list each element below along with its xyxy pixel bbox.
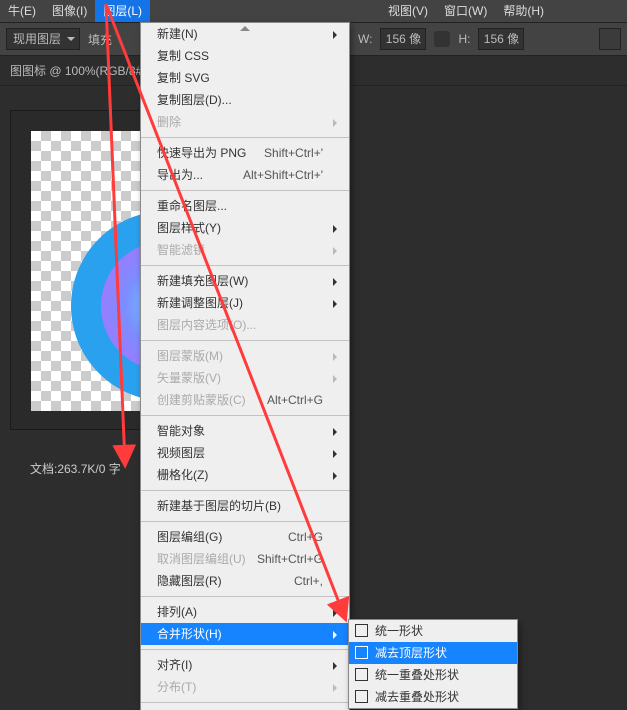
menu-item: 创建剪贴蒙版(C)Alt+Ctrl+G [141, 389, 349, 411]
menu-item: 删除 [141, 111, 349, 133]
menu-image[interactable]: 图像(I) [44, 0, 95, 22]
menu-help[interactable]: 帮助(H) [495, 0, 552, 22]
width-input[interactable]: 156 像 [380, 28, 426, 50]
status-bar: 文档:263.7K/0 字 [30, 460, 121, 477]
menu-item[interactable]: 复制 CSS [141, 45, 349, 67]
menu-item[interactable]: 重命名图层... [141, 195, 349, 217]
align-icon[interactable] [599, 28, 621, 50]
menu-item[interactable]: 新建填充图层(W) [141, 270, 349, 292]
height-input[interactable]: 156 像 [478, 28, 524, 50]
menu-item[interactable]: 新建调整图层(J) [141, 292, 349, 314]
fill-label: 填充 [88, 31, 112, 48]
menu-item[interactable]: 导出为...Alt+Shift+Ctrl+' [141, 164, 349, 186]
active-layer-dropdown[interactable]: 现用图层 [6, 28, 80, 50]
height-label: H: [458, 32, 470, 46]
menu-item[interactable]: 图层编组(G)Ctrl+G [141, 526, 349, 548]
link-icon[interactable] [434, 31, 450, 47]
submenu-item[interactable]: 统一形状 [349, 620, 517, 642]
menu-item: 矢量蒙版(V) [141, 367, 349, 389]
menu-item: 取消图层编组(U)Shift+Ctrl+G [141, 548, 349, 570]
shape-mode-icon [355, 646, 368, 659]
menu-item: 智能滤镜 [141, 239, 349, 261]
shape-mode-icon [355, 668, 368, 681]
menu-item: 图层蒙版(M) [141, 345, 349, 367]
menu-item: 分布(T) [141, 676, 349, 698]
menu-item[interactable]: 复制 SVG [141, 67, 349, 89]
menu-item[interactable]: 智能对象 [141, 420, 349, 442]
menu-item[interactable]: 新建基于图层的切片(B) [141, 495, 349, 517]
menubar: 牛(E) 图像(I) 图层(L) 视图(V) 窗口(W) 帮助(H) [0, 0, 627, 22]
submenu-item[interactable]: 统一重叠处形状 [349, 664, 517, 686]
menu-window[interactable]: 窗口(W) [436, 0, 495, 22]
menu-item[interactable]: 合并形状(H) [141, 623, 349, 645]
menu-item[interactable]: 视频图层 [141, 442, 349, 464]
menu-item[interactable]: 隐藏图层(R)Ctrl+, [141, 570, 349, 592]
combine-shapes-submenu: 统一形状减去顶层形状统一重叠处形状减去重叠处形状 [348, 619, 518, 709]
submenu-item[interactable]: 减去顶层形状 [349, 642, 517, 664]
width-label: W: [358, 32, 372, 46]
menu-item[interactable]: 栅格化(Z) [141, 464, 349, 486]
shape-mode-icon [355, 624, 368, 637]
menu-item[interactable]: 复制图层(D)... [141, 89, 349, 111]
shape-mode-icon [355, 690, 368, 703]
menu-item[interactable]: 对齐(I) [141, 654, 349, 676]
menu-view[interactable]: 视图(V) [380, 0, 436, 22]
menu-item[interactable]: 图层样式(Y) [141, 217, 349, 239]
menu-item[interactable]: 新建(N) [141, 23, 349, 45]
submenu-item[interactable]: 减去重叠处形状 [349, 686, 517, 708]
menu-item[interactable]: 快速导出为 PNGShift+Ctrl+' [141, 142, 349, 164]
menu-item[interactable]: 排列(A) [141, 601, 349, 623]
menu-file[interactable]: 牛(E) [0, 0, 44, 22]
menu-layer[interactable]: 图层(L) [95, 0, 150, 22]
menu-item: 图层内容选项(O)... [141, 314, 349, 336]
layer-dropdown-menu: 新建(N)复制 CSS复制 SVG复制图层(D)...删除快速导出为 PNGSh… [140, 22, 350, 710]
